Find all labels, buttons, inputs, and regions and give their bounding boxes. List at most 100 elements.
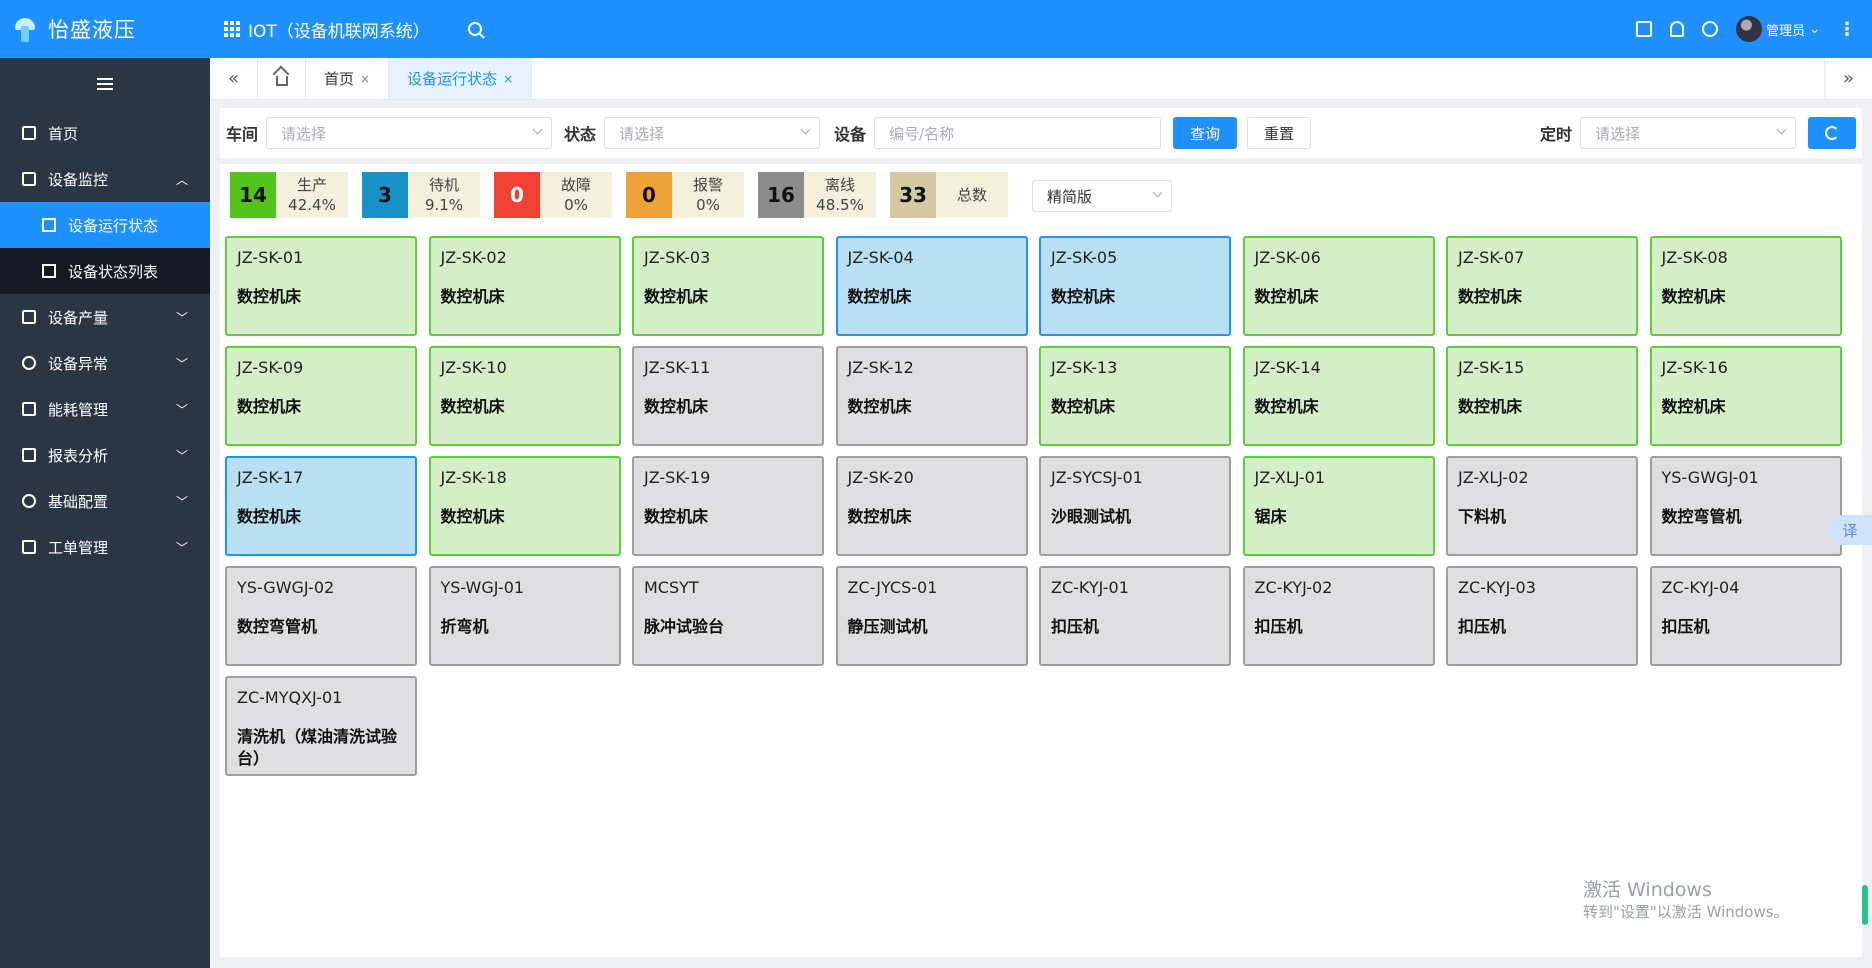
- globe-icon[interactable]: [1702, 21, 1719, 37]
- device-code: JZ-SK-08: [1661, 248, 1728, 267]
- sidebar-subitem-label: 设备状态列表: [68, 262, 159, 281]
- status-select[interactable]: 请选择: [604, 117, 821, 149]
- sidebar-subitem-run-status[interactable]: 设备运行状态: [0, 202, 210, 248]
- device-card[interactable]: JZ-SK-18 数控机床: [428, 456, 621, 556]
- stat-total[interactable]: 33 总数: [890, 172, 1008, 218]
- device-card[interactable]: ZC-JYCS-01 静压测试机: [835, 566, 1028, 666]
- activation-watermark-title: 激活 Windows: [1583, 879, 1712, 901]
- user-menu[interactable]: 管理员 ⌄: [1736, 16, 1820, 42]
- sidebar-item-reports[interactable]: 报表分析 ﹀: [0, 432, 210, 478]
- device-code: ZC-KYJ-04: [1661, 578, 1740, 597]
- device-card[interactable]: ZC-MYQXJ-01 清洗机（煤油清洗试验台）: [225, 676, 417, 776]
- stat-alarm[interactable]: 0 报警 0%: [626, 172, 744, 218]
- device-card[interactable]: JZ-SK-07 数控机床: [1446, 236, 1638, 336]
- device-type: 数控弯管机: [1661, 507, 1742, 526]
- device-card[interactable]: JZ-SK-09 数控机床: [225, 346, 417, 446]
- query-button[interactable]: 查询: [1173, 117, 1238, 149]
- stat-label: 报警: [692, 176, 723, 194]
- sidebar-item-config[interactable]: 基础配置 ﹀: [0, 478, 210, 524]
- system-menu[interactable]: IOT（设备机联网系统）: [224, 17, 430, 42]
- top-bar: 怡盛液压 IOT（设备机联网系统） 管理员 ⌄ ⋮: [0, 0, 1872, 58]
- sidebar-collapse-button[interactable]: [0, 58, 210, 110]
- close-icon[interactable]: ×: [503, 72, 513, 86]
- device-card[interactable]: JZ-SK-16 数控机床: [1649, 346, 1842, 446]
- device-card[interactable]: JZ-SK-04 数控机床: [835, 236, 1028, 336]
- device-card[interactable]: JZ-SK-12 数控机床: [835, 346, 1028, 446]
- device-card[interactable]: ZC-KYJ-02 扣压机: [1242, 566, 1435, 666]
- translate-button[interactable]: 译: [1828, 515, 1872, 545]
- device-card[interactable]: JZ-SK-02 数控机床: [428, 236, 621, 336]
- more-vertical-icon[interactable]: ⋮: [1838, 19, 1856, 40]
- device-card[interactable]: JZ-SK-20 数控机床: [835, 456, 1028, 556]
- sidebar-subitem-status-list[interactable]: 设备状态列表: [0, 248, 210, 294]
- device-card[interactable]: JZ-XLJ-02 下料机: [1446, 456, 1638, 556]
- device-code: JZ-XLJ-01: [1254, 468, 1326, 487]
- reset-button[interactable]: 重置: [1247, 117, 1312, 149]
- device-card[interactable]: JZ-SK-03 数控机床: [632, 236, 824, 336]
- device-card[interactable]: ZC-KYJ-01 扣压机: [1039, 566, 1231, 666]
- device-type: 折弯机: [440, 617, 489, 636]
- timer-select[interactable]: 请选择: [1580, 117, 1796, 149]
- device-card[interactable]: YS-WGJ-01 折弯机: [428, 566, 621, 666]
- sidebar-item-label: 能耗管理: [48, 400, 109, 419]
- brand-area[interactable]: 怡盛液压: [0, 0, 210, 58]
- device-label: 设备: [834, 125, 867, 144]
- close-icon[interactable]: ×: [360, 72, 370, 86]
- sidebar-item-device-monitor[interactable]: 设备监控 ︿: [0, 156, 210, 202]
- device-card[interactable]: JZ-SK-15 数控机床: [1446, 346, 1638, 446]
- energy-icon: [22, 402, 36, 416]
- device-card[interactable]: MCSYT 脉冲试验台: [632, 566, 824, 666]
- device-card[interactable]: JZ-SK-06 数控机床: [1242, 236, 1435, 336]
- tab-home[interactable]: 首页 ×: [306, 58, 390, 99]
- stat-offline[interactable]: 16 离线 48.5%: [758, 172, 876, 218]
- device-card[interactable]: JZ-SK-17 数控机床: [225, 456, 417, 556]
- device-type: 锯床: [1254, 507, 1287, 526]
- list-icon: [42, 264, 56, 278]
- device-card[interactable]: YS-GWGJ-02 数控弯管机: [225, 566, 417, 666]
- device-card[interactable]: JZ-SK-08 数控机床: [1649, 236, 1842, 336]
- bell-icon[interactable]: [1670, 21, 1685, 37]
- device-card[interactable]: JZ-SK-19 数控机床: [632, 456, 824, 556]
- device-code: JZ-SK-17: [237, 468, 304, 487]
- device-code: ZC-KYJ-01: [1051, 578, 1129, 597]
- tabs-scroll-right-button[interactable]: »: [1824, 58, 1872, 99]
- device-card[interactable]: ZC-KYJ-04 扣压机: [1649, 566, 1842, 666]
- view-mode-select[interactable]: 精简版: [1032, 180, 1172, 212]
- device-card[interactable]: YS-GWGJ-01 数控弯管机: [1649, 456, 1842, 556]
- workshop-select[interactable]: 请选择: [266, 117, 553, 149]
- sidebar-item-home[interactable]: 首页: [0, 110, 210, 156]
- chevron-down-icon: [800, 124, 811, 135]
- device-card[interactable]: JZ-SK-11 数控机床: [632, 346, 824, 446]
- device-card[interactable]: ZC-KYJ-03 扣压机: [1446, 566, 1638, 666]
- device-card[interactable]: JZ-SK-10 数控机床: [428, 346, 621, 446]
- tabs-scroll-left-button[interactable]: «: [210, 58, 258, 99]
- device-card[interactable]: JZ-SK-01 数控机床: [225, 236, 417, 336]
- device-card[interactable]: JZ-SK-13 数控机床: [1039, 346, 1231, 446]
- device-code: JZ-SYCSJ-01: [1051, 468, 1143, 487]
- tab-home-icon-button[interactable]: [258, 58, 306, 99]
- device-type: 数控机床: [847, 397, 912, 416]
- report-icon: [22, 448, 36, 462]
- device-card[interactable]: JZ-SK-14 数控机床: [1242, 346, 1435, 446]
- message-icon[interactable]: [1636, 21, 1653, 37]
- device-code: JZ-SK-02: [440, 248, 507, 267]
- chevron-down-icon: ﹀: [175, 310, 188, 325]
- sidebar-item-anomaly[interactable]: 设备异常 ﹀: [0, 340, 210, 386]
- stat-standby[interactable]: 3 待机 9.1%: [362, 172, 480, 218]
- sidebar-item-label: 设备产量: [48, 308, 109, 327]
- stat-production[interactable]: 14 生产 42.4%: [230, 172, 348, 218]
- stat-fault[interactable]: 0 故障 0%: [494, 172, 612, 218]
- device-card[interactable]: JZ-XLJ-01 锯床: [1242, 456, 1435, 556]
- device-card[interactable]: JZ-SK-05 数控机床: [1039, 236, 1231, 336]
- tab-run-status[interactable]: 设备运行状态 ×: [389, 58, 533, 99]
- device-search-input[interactable]: 编号/名称: [874, 117, 1162, 149]
- device-card[interactable]: JZ-SYCSJ-01 沙眼测试机: [1039, 456, 1231, 556]
- scroll-indicator[interactable]: [1862, 885, 1868, 925]
- chevron-down-icon: ﹀: [175, 448, 188, 463]
- sidebar-item-output[interactable]: 设备产量 ﹀: [0, 294, 210, 340]
- sidebar-item-energy[interactable]: 能耗管理 ﹀: [0, 386, 210, 432]
- search-icon[interactable]: [467, 22, 482, 36]
- refresh-button[interactable]: [1808, 117, 1856, 149]
- device-type: 数控机床: [847, 507, 912, 526]
- sidebar-item-workorder[interactable]: 工单管理 ﹀: [0, 524, 210, 570]
